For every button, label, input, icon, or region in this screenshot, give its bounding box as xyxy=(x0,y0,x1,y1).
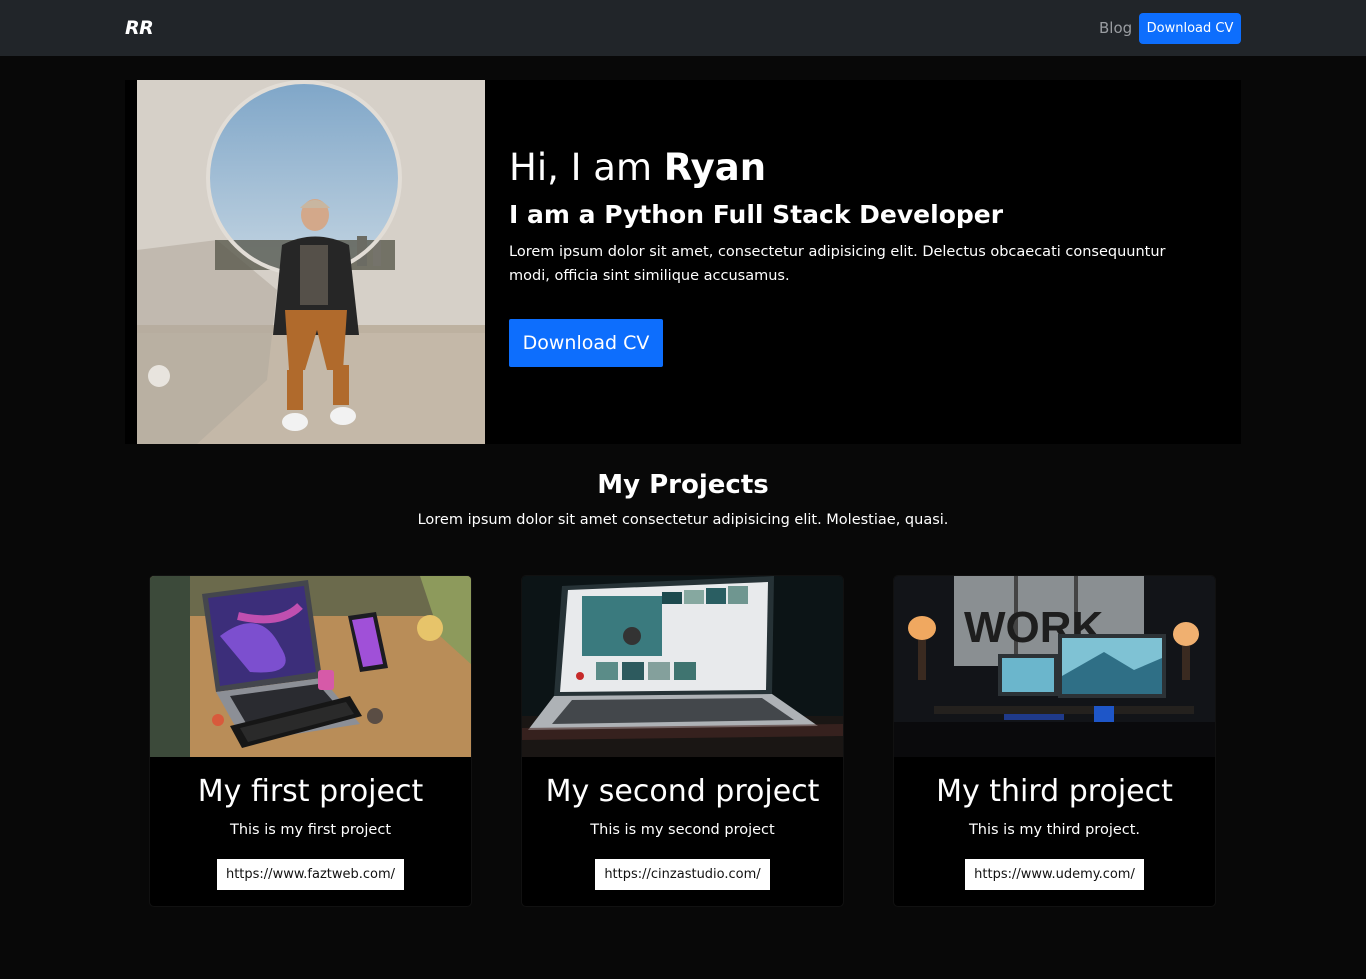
hero-text: Hi, I am Ryan I am a Python Full Stack D… xyxy=(509,80,1219,444)
nav-link-blog[interactable]: Blog xyxy=(1099,19,1132,37)
hero-description: Lorem ipsum dolor sit amet, consectetur … xyxy=(509,244,1166,284)
project-title: My first project xyxy=(197,774,424,809)
navbar: RR Blog Download CV xyxy=(0,0,1366,56)
project-image-work-desk: WORK xyxy=(894,576,1215,757)
project-description: This is my third project. xyxy=(968,822,1141,838)
project-image-laptop-desk xyxy=(150,576,471,757)
project-link-container: https://cinzastudio.com/ xyxy=(522,859,843,890)
projects-subtitle: Lorem ipsum dolor sit amet consectetur a… xyxy=(417,512,949,528)
hero-download-cv-button[interactable]: Download CV xyxy=(509,319,663,367)
hero-heading: Hi, I am Ryan xyxy=(509,146,766,189)
project-description: This is my second project xyxy=(590,822,775,838)
project-description: This is my first project xyxy=(229,822,391,838)
project-link-container: https://www.udemy.com/ xyxy=(894,859,1215,890)
project-image-laptop-dark xyxy=(522,576,843,757)
hero-name: Ryan xyxy=(663,146,767,189)
project-title: My third project xyxy=(936,774,1173,809)
nav-download-cv-button[interactable]: Download CV xyxy=(1139,13,1241,44)
project-title: My second project xyxy=(545,774,820,809)
brand-logo[interactable]: RR xyxy=(125,17,154,39)
project-card: My first project This is my first projec… xyxy=(149,575,472,907)
hero-greeting: Hi, I am xyxy=(509,146,664,189)
hero-section: Hi, I am Ryan I am a Python Full Stack D… xyxy=(125,80,1241,444)
hero-role: I am a Python Full Stack Developer xyxy=(509,200,1004,229)
project-link-container: https://www.faztweb.com/ xyxy=(150,859,471,890)
project-link[interactable]: https://cinzastudio.com/ xyxy=(595,859,770,890)
project-card: My second project This is my second proj… xyxy=(521,575,844,907)
project-link[interactable]: https://www.faztweb.com/ xyxy=(216,859,405,890)
hero-photo xyxy=(137,80,485,444)
projects-title: My Projects xyxy=(597,470,769,500)
project-link[interactable]: https://www.udemy.com/ xyxy=(965,859,1144,890)
project-card: WORK My third project This is my third p… xyxy=(893,575,1216,907)
